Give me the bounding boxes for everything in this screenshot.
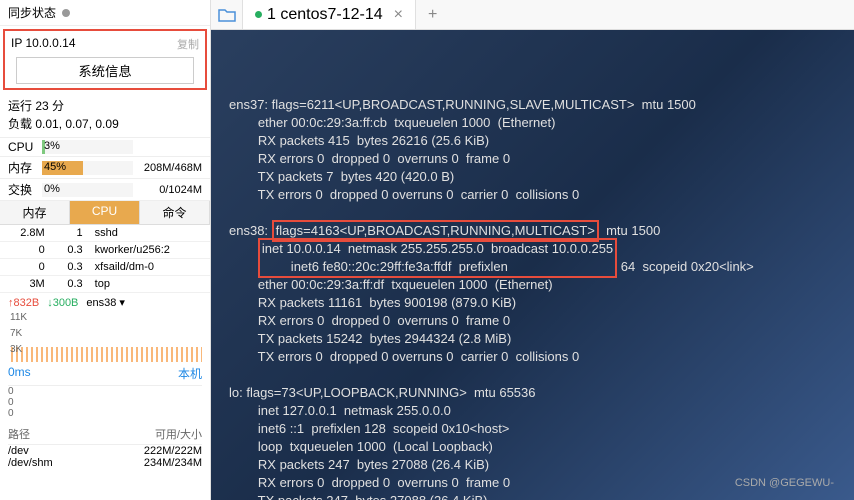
table-row[interactable]: 2.8M1sshd [0, 225, 210, 242]
cpu-meter: CPU3% [0, 138, 210, 157]
connected-icon [255, 11, 262, 18]
process-table: 2.8M1sshd00.3kworker/u256:200.3xfsaild/d… [0, 225, 210, 293]
terminal[interactable]: ens37: flags=6211<UP,BROADCAST,RUNNING,S… [211, 30, 854, 500]
table-row[interactable]: 3M0.3top [0, 276, 210, 293]
watermark: CSDN @GEGEWU- [735, 474, 834, 492]
add-tab-button[interactable]: + [416, 6, 449, 24]
tab-cmd[interactable]: 命令 [140, 201, 210, 224]
net-chart: 11K 7K 3K [8, 312, 202, 362]
system-info-button[interactable]: 系统信息 [16, 57, 195, 84]
tab-bar: 1 centos7-12-14× + [211, 0, 854, 30]
ip-label: IP 10.0.0.14 [11, 36, 76, 52]
folder-icon[interactable] [211, 0, 243, 29]
local-link[interactable]: 本机 [178, 365, 202, 382]
stats-block: 运行 23 分 负载 0.01, 0.07, 0.09 [0, 93, 210, 138]
sync-status: 同步状态 [0, 0, 210, 26]
close-icon[interactable]: × [394, 6, 403, 24]
iface-dropdown[interactable]: ens38 ▾ [86, 296, 125, 309]
main-panel: 1 centos7-12-14× + ens37: flags=6211<UP,… [211, 0, 854, 500]
uptime: 运行 23 分 [8, 97, 202, 115]
status-dot-icon [62, 9, 70, 17]
table-row[interactable]: 00.3kworker/u256:2 [0, 242, 210, 259]
session-tab[interactable]: 1 centos7-12-14× [243, 0, 416, 29]
ip-box: IP 10.0.0.14 复制 系统信息 [3, 29, 207, 90]
copy-link[interactable]: 复制 [177, 36, 199, 52]
mem-meter: 内存45%208M/468M [0, 157, 210, 179]
disk-table: 路径可用/大小 /dev222M/222M/dev/shm234M/234M [0, 423, 210, 472]
tab-mem[interactable]: 内存 [0, 201, 70, 224]
tab-cpu[interactable]: CPU [70, 201, 140, 224]
latency-row: 0ms本机 [0, 362, 210, 385]
latency-chart: 000 [8, 385, 202, 423]
net-row: ↑832B↓300Bens38 ▾ [0, 293, 210, 312]
swap-meter: 交换0%0/1024M [0, 179, 210, 201]
table-row[interactable]: 00.3xfsaild/dm-0 [0, 259, 210, 276]
load-avg: 负载 0.01, 0.07, 0.09 [8, 115, 202, 133]
proc-tabs: 内存 CPU 命令 [0, 201, 210, 225]
disk-row: /dev222M/222M [8, 445, 202, 457]
disk-row: /dev/shm234M/234M [8, 457, 202, 469]
sidebar: 同步状态 IP 10.0.0.14 复制 系统信息 运行 23 分 负载 0.01… [0, 0, 211, 500]
